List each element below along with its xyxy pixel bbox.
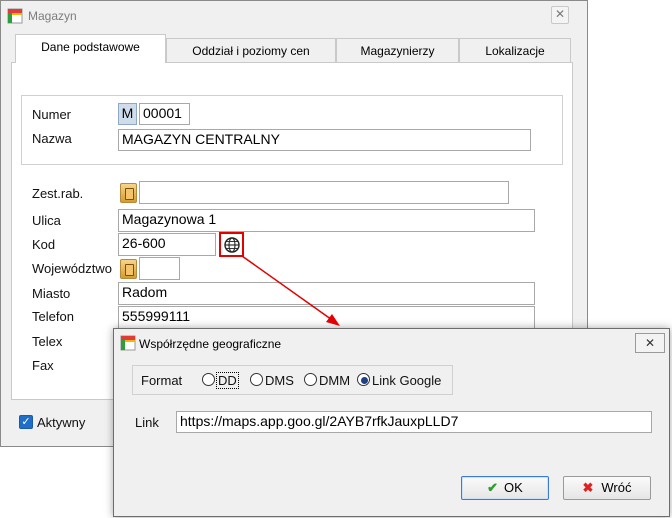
aktywny-checkbox[interactable]: ✓ [19,415,33,429]
format-dms-radio[interactable] [250,373,263,386]
cancel-button[interactable]: ✖ Wróć [563,476,651,500]
format-dd-label[interactable]: DD [216,372,239,389]
kod-field[interactable]: 26-600 [118,233,216,256]
tab-label: Dane podstawowe [41,40,140,54]
app-icon [120,335,136,351]
wojewodztwo-picker-button[interactable] [120,259,137,279]
geo-coordinates-button[interactable] [219,232,244,257]
format-link-google-radio[interactable] [357,373,370,386]
tab-label: Magazynierzy [360,44,435,58]
telex-label: Telex [32,334,63,349]
zest-rab-field[interactable] [139,181,509,204]
geo-coordinates-dialog: Współrzędne geograficzne ✕ Format DD DMS… [113,328,670,517]
link-label: Link [135,415,159,430]
close-icon: ✕ [554,7,566,21]
kod-label: Kod [32,237,56,252]
format-link-google-label[interactable]: Link Google [372,373,441,388]
nazwa-field[interactable]: MAGAZYN CENTRALNY [118,129,531,151]
ulica-field[interactable]: Magazynowa 1 [118,209,535,232]
tab-label: Lokalizacje [485,44,545,58]
book-icon [121,184,138,204]
ok-label: OK [504,480,523,495]
cancel-label: Wróć [601,480,632,495]
zest-rab-label: Zest.rab. [32,186,84,201]
main-close-button[interactable]: ✕ [551,6,569,24]
tab-label: Oddział i poziomy cen [192,44,310,58]
dialog-title: Współrzędne geograficzne [139,337,282,351]
format-dmm-radio[interactable] [304,373,317,386]
fax-label: Fax [32,358,54,373]
nazwa-label: Nazwa [32,131,72,146]
wojewodztwo-field[interactable] [139,257,180,280]
dialog-titlebar: Współrzędne geograficzne ✕ [114,329,669,357]
main-titlebar: Magazyn ✕ [1,1,587,31]
app-icon [7,8,23,24]
zest-rab-picker-button[interactable] [120,183,137,203]
miasto-label: Miasto [32,286,71,301]
tab-dane-podstawowe[interactable]: Dane podstawowe [15,34,166,63]
main-title: Magazyn [28,9,77,23]
format-dms-label[interactable]: DMS [265,373,294,388]
tab-oddzial-i-poziomy-cen[interactable]: Oddział i poziomy cen [166,38,336,64]
tab-lokalizacje[interactable]: Lokalizacje [459,38,571,64]
tab-magazynierzy[interactable]: Magazynierzy [336,38,459,64]
numer-prefix[interactable]: M [118,103,137,125]
format-dd-radio[interactable] [202,373,215,386]
ok-button[interactable]: ✔ OK [461,476,549,500]
dialog-close-button[interactable]: ✕ [635,333,665,353]
check-icon: ✔ [487,480,499,495]
book-icon [121,260,138,280]
telefon-field[interactable]: 555999111 [118,306,535,329]
globe-icon [224,237,240,253]
miasto-field[interactable]: Radom [118,282,535,305]
telefon-label: Telefon [32,309,74,324]
numer-label: Numer [32,107,72,122]
ulica-label: Ulica [32,213,61,228]
close-icon: ✕ [644,336,656,350]
link-field[interactable]: https://maps.app.goo.gl/2AYB7rfkJauxpLLD… [176,411,652,433]
format-label: Format [141,373,183,388]
numer-field[interactable]: 00001 [139,103,190,125]
wojewodztwo-label: Województwo [32,261,112,276]
check-icon: ✓ [21,416,31,428]
format-dmm-label[interactable]: DMM [319,373,350,388]
aktywny-label: Aktywny [37,415,86,430]
x-icon: ✖ [582,480,594,495]
